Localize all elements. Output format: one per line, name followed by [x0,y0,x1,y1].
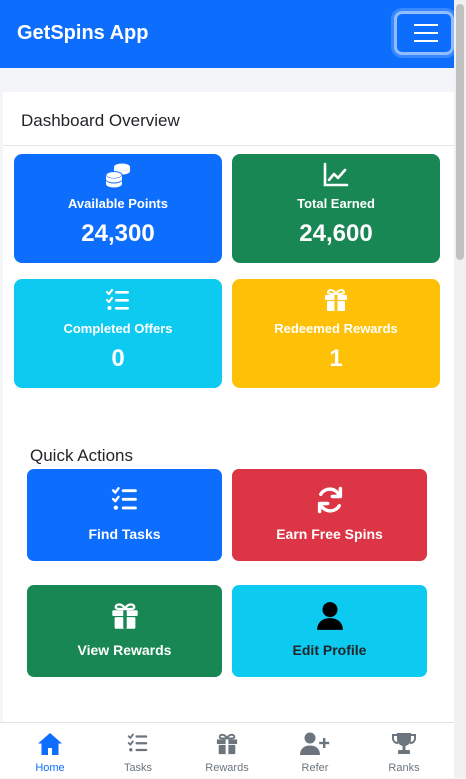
coins-icon [14,162,222,188]
earn-free-spins-button[interactable]: Earn Free Spins [232,469,427,561]
nav-label: Ranks [388,762,420,774]
stat-value: 24,600 [299,220,373,247]
stat-label: Total Earned [297,196,375,211]
stat-label: Completed Offers [63,321,173,336]
quick-action-label: Earn Free Spins [276,526,383,542]
refresh-icon [232,485,427,515]
nav-label: Rewards [205,762,249,774]
gift-icon [182,732,272,756]
hamburger-icon-bar [414,40,438,42]
nav-label: Refer [301,762,329,774]
nav-home[interactable]: Home [5,723,95,779]
home-icon [5,732,95,756]
task-list-icon [27,485,222,515]
nav-rewards[interactable]: Rewards [182,723,272,779]
task-list-icon [14,287,222,313]
stat-value: 24,300 [81,220,155,247]
quick-action-label: Edit Profile [292,642,367,658]
stat-value: 1 [329,345,343,372]
quick-action-label: Find Tasks [88,526,161,542]
task-list-icon [93,732,183,756]
page-scrollbar[interactable] [454,0,466,778]
gift-icon [27,601,222,631]
stat-redeemed-rewards: Redeemed Rewards 1 [232,279,440,388]
quick-actions-title: Quick Actions [30,446,133,465]
user-icon [232,601,427,631]
nav-label: Tasks [123,762,153,774]
find-tasks-button[interactable]: Find Tasks [27,469,222,561]
hamburger-icon [414,24,438,26]
user-plus-icon [270,732,360,756]
app-brand[interactable]: GetSpins App [17,22,148,45]
view-rewards-button[interactable]: View Rewards [27,585,222,677]
nav-tasks[interactable]: Tasks [93,723,183,779]
scrollbar-thumb[interactable] [456,4,464,260]
stat-value: 0 [111,345,125,372]
chart-line-icon [232,162,440,188]
hamburger-icon-bar [414,32,438,34]
top-navbar: GetSpins App [0,0,454,68]
stat-label: Redeemed Rewards [274,321,398,336]
dashboard-title: Dashboard Overview [21,111,180,130]
trophy-icon [359,732,449,756]
gift-icon [232,287,440,313]
nav-ranks[interactable]: Ranks [359,723,449,779]
stat-label: Available Points [68,196,168,211]
edit-profile-button[interactable]: Edit Profile [232,585,427,677]
menu-toggle-button[interactable] [394,11,454,55]
nav-label: Home [35,762,65,774]
stat-completed-offers: Completed Offers 0 [14,279,222,388]
bottom-navigation: Home Tasks Rewards Refer Ranks [0,722,454,778]
dashboard-card-header: Dashboard Overview [3,92,454,146]
stat-total-earned: Total Earned 24,600 [232,154,440,263]
stat-available-points: Available Points 24,300 [14,154,222,263]
nav-refer[interactable]: Refer [270,723,360,779]
quick-action-label: View Rewards [77,642,172,658]
